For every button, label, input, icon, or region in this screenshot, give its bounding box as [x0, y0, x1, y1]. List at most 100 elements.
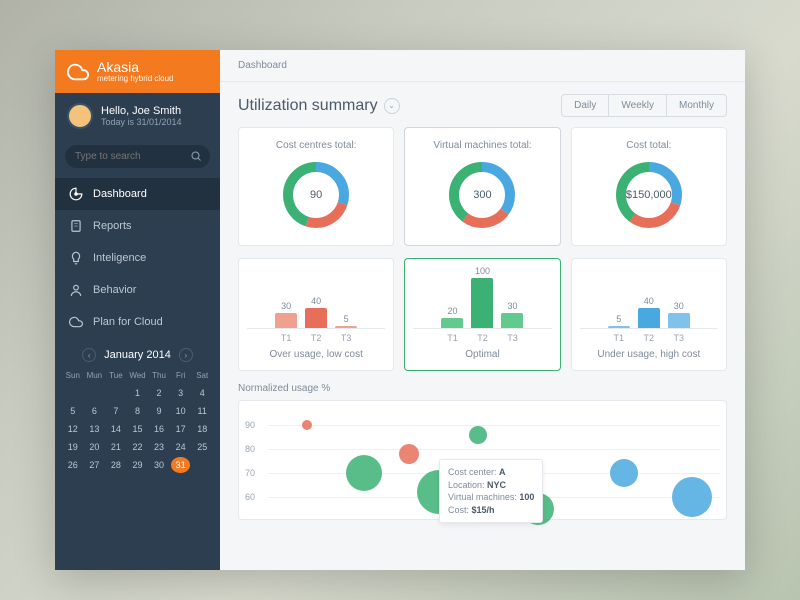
cal-day-header: Sat — [192, 368, 212, 383]
cal-day[interactable]: 7 — [106, 403, 126, 419]
bubble-point[interactable] — [469, 426, 487, 444]
cal-next[interactable]: › — [179, 348, 193, 362]
cal-day[interactable]: 27 — [85, 457, 105, 473]
cal-day[interactable]: 13 — [85, 421, 105, 437]
cal-day[interactable]: 3 — [171, 385, 191, 401]
period-daily[interactable]: Daily — [562, 95, 609, 116]
bar: 100 — [471, 266, 493, 328]
brand-tagline: metering hybrid cloud — [97, 74, 173, 83]
cal-day[interactable]: 1 — [128, 385, 148, 401]
nav-label: Plan for Cloud — [93, 316, 163, 328]
cloud-icon — [69, 315, 83, 329]
bars-caption: Optimal — [413, 349, 551, 360]
bars: 30 40 5 — [247, 269, 385, 329]
bar-label: T1 — [275, 333, 297, 343]
bar-label: T2 — [305, 333, 327, 343]
cal-day[interactable]: 17 — [171, 421, 191, 437]
period-monthly[interactable]: Monthly — [667, 95, 726, 116]
donut-value: $150,000 — [626, 189, 672, 201]
cal-day[interactable]: 23 — [149, 439, 169, 455]
bubble-point[interactable] — [610, 459, 638, 487]
bar-fill — [501, 313, 523, 328]
bubble-point[interactable] — [672, 477, 712, 517]
cal-day[interactable]: 16 — [149, 421, 169, 437]
cal-day[interactable]: 12 — [63, 421, 83, 437]
cal-day[interactable]: 28 — [106, 457, 126, 473]
period-toggle: DailyWeeklyMonthly — [561, 94, 727, 117]
cal-day[interactable]: 25 — [192, 439, 212, 455]
header-row: Utilization summary ⌄ DailyWeeklyMonthly — [220, 82, 745, 127]
cal-day-header: Tue — [106, 368, 126, 383]
donut-chart: 90 — [282, 161, 350, 229]
cal-day[interactable]: 22 — [128, 439, 148, 455]
cal-day[interactable]: 6 — [85, 403, 105, 419]
cal-day[interactable]: 21 — [106, 439, 126, 455]
cal-day[interactable]: 9 — [149, 403, 169, 419]
donut-card: Cost total: $150,000 — [571, 127, 727, 246]
cal-day — [192, 457, 212, 473]
cal-day — [85, 385, 105, 401]
bar-value: 5 — [616, 314, 621, 324]
cal-day[interactable]: 8 — [128, 403, 148, 419]
bars-caption: Over usage, low cost — [247, 349, 385, 360]
bars-caption: Under usage, high cost — [580, 349, 718, 360]
cal-day[interactable]: 2 — [149, 385, 169, 401]
bubble-point[interactable] — [346, 455, 382, 491]
cal-day[interactable]: 14 — [106, 421, 126, 437]
cal-title: January 2014 — [104, 349, 171, 361]
sidebar-item-inteligence[interactable]: Inteligence — [55, 242, 220, 274]
sidebar-item-dashboard[interactable]: Dashboard — [55, 178, 220, 210]
bubble-point[interactable] — [302, 420, 312, 430]
cal-day[interactable]: 30 — [149, 457, 169, 473]
cal-day[interactable]: 5 — [63, 403, 83, 419]
bars-card: 30405T1T2T3Over usage, low cost — [238, 258, 394, 371]
donut-title: Virtual machines total: — [413, 140, 551, 151]
bars-card: 2010030T1T2T3Optimal — [404, 258, 560, 371]
search-icon — [190, 150, 202, 162]
cal-day[interactable]: 19 — [63, 439, 83, 455]
cal-day[interactable]: 15 — [128, 421, 148, 437]
bar-fill — [275, 313, 297, 328]
sidebar: Akasia metering hybrid cloud Hello, Joe … — [55, 50, 220, 570]
donut-row: Cost centres total: 90 Virtual machines … — [220, 127, 745, 258]
y-tick: 60 — [245, 492, 255, 502]
grid-line — [267, 449, 720, 450]
cal-day[interactable]: 20 — [85, 439, 105, 455]
cal-day[interactable]: 24 — [171, 439, 191, 455]
cal-grid: SunMunTueWedThuFriSat1234567891011121314… — [63, 368, 212, 473]
bubble-point[interactable] — [399, 444, 419, 464]
sidebar-item-plan-for-cloud[interactable]: Plan for Cloud — [55, 306, 220, 338]
bar-value: 30 — [281, 301, 291, 311]
bar-value: 40 — [311, 296, 321, 306]
cal-day[interactable]: 29 — [128, 457, 148, 473]
cal-day[interactable]: 26 — [63, 457, 83, 473]
cal-day — [106, 385, 126, 401]
cal-day[interactable]: 4 — [192, 385, 212, 401]
avatar — [67, 103, 93, 129]
bar: 30 — [668, 301, 690, 328]
bar-value: 100 — [475, 266, 490, 276]
user-block[interactable]: Hello, Joe Smith Today is 31/01/2014 — [55, 93, 220, 139]
bar-fill — [305, 308, 327, 328]
cal-day[interactable]: 18 — [192, 421, 212, 437]
bar-label: T3 — [668, 333, 690, 343]
donut-chart: 300 — [448, 161, 516, 229]
donut-title: Cost total: — [580, 140, 718, 151]
sidebar-item-behavior[interactable]: Behavior — [55, 274, 220, 306]
donut-title: Cost centres total: — [247, 140, 385, 151]
cal-day[interactable]: 10 — [171, 403, 191, 419]
cal-prev[interactable]: ‹ — [82, 348, 96, 362]
period-weekly[interactable]: Weekly — [609, 95, 667, 116]
cal-day[interactable]: 31 — [171, 457, 191, 473]
bar-label: T2 — [471, 333, 493, 343]
search-input[interactable] — [65, 145, 210, 168]
bar-label: T1 — [608, 333, 630, 343]
y-tick: 70 — [245, 468, 255, 478]
cal-day[interactable]: 11 — [192, 403, 212, 419]
bar: 5 — [335, 314, 357, 329]
brand-header: Akasia metering hybrid cloud — [55, 50, 220, 93]
sidebar-item-reports[interactable]: Reports — [55, 210, 220, 242]
chevron-down-icon[interactable]: ⌄ — [384, 98, 400, 114]
bar-label: T2 — [638, 333, 660, 343]
cal-day-header: Mun — [85, 368, 105, 383]
